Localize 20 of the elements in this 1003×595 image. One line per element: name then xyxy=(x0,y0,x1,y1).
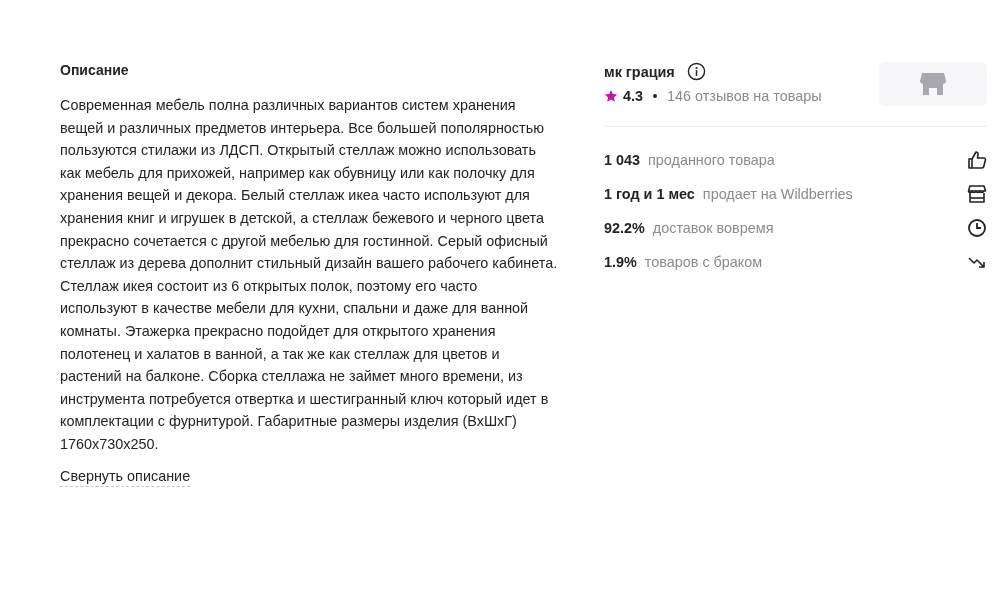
stat-label: доставок вовремя xyxy=(652,220,774,236)
clock-icon xyxy=(967,218,987,238)
description-text: Современная мебель полна различных вариантов систем хранения вещей и различных предметов интерьера. Все большей пополярностью пользуются стилажи из ЛДСП. Открытый стеллаж можно использовать как мебель для прихожей, например как обувницу или как полочку для хранения вещей и декора. Белый стеллаж икеа часто используют для хранения книг и игрушек в детской, а стеллаж бежевого и черного цвета прекрасно сочетается с другой мебелью для гостинной. Серый офисный стеллаж из дерева дополнит стильный дизайн вашего рабочего кабинета. Стеллаж икея состоит из 6 открытых полок, поэтому его часто используют в качестве мебели для кухни, спальни и даже для ванной комнаты. Этажерка прекрасно подойдет для открытого хранения полотенец и халатов в ванной, а так же как стеллаж для цветов и растений на балконе. Сборка стеллажа не займет много времени, из инструмента потребуется отвертка и шестигранный ключ который идет в комплектации с фурнитурой. Габаритные размеры изделия (ВхШхГ) 1760х730х250. xyxy=(60,96,558,454)
bullet-icon xyxy=(653,94,657,98)
collapse-link[interactable]: Свернуть описание xyxy=(60,465,191,487)
rating-value: 4.3 xyxy=(623,88,643,104)
seller-name[interactable]: мк грация xyxy=(604,63,675,80)
stat-value: 1.9% xyxy=(604,254,637,270)
thumbs-up-icon xyxy=(967,150,987,170)
store-icon xyxy=(919,71,947,97)
stat-label: товаров с браком xyxy=(644,254,763,270)
stat-value: 1 год и 1 мес xyxy=(604,186,695,202)
stat-label: продает на Wildberries xyxy=(702,186,853,202)
star-icon xyxy=(604,89,618,103)
store-icon xyxy=(967,184,987,204)
stat-value: 1 043 xyxy=(604,152,640,168)
stat-label: проданного товара xyxy=(648,152,775,168)
info-icon[interactable] xyxy=(686,62,706,81)
stat-value: 92.2% xyxy=(604,220,645,236)
section-title: Описание xyxy=(60,62,130,78)
